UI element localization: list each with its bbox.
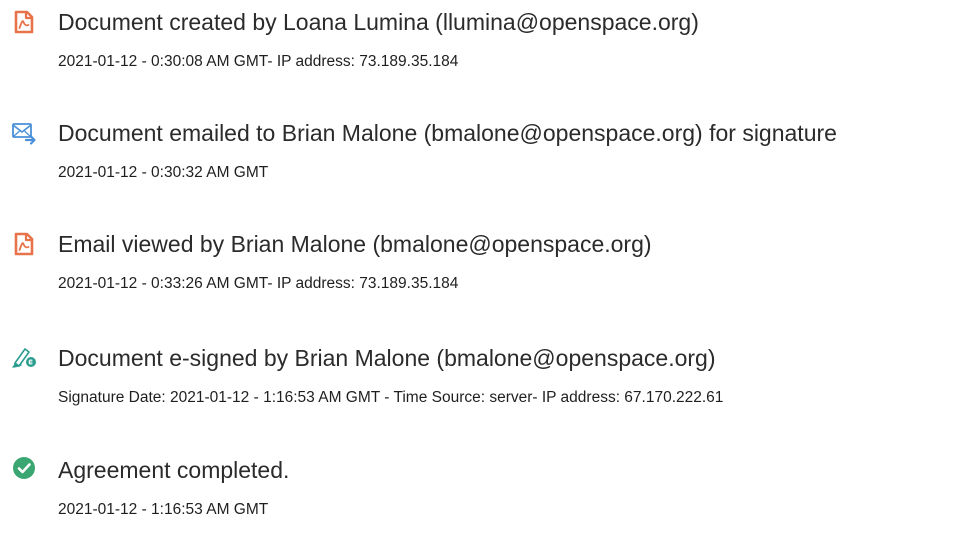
event-title: Agreement completed. xyxy=(58,457,290,483)
event-detail: 2021-01-12 - 0:30:08 AM GMT- IP address:… xyxy=(58,53,459,70)
event-detail: 2021-01-12 - 0:33:26 AM GMT- IP address:… xyxy=(58,275,459,292)
event-detail: Signature Date: 2021-01-12 - 1:16:53 AM … xyxy=(58,389,724,406)
event-title: Document emailed to Brian Malone (bmalon… xyxy=(58,120,837,146)
event-title: Document e-signed by Brian Malone (bmalo… xyxy=(58,345,716,371)
event-detail: 2021-01-12 - 1:16:53 AM GMT xyxy=(58,501,269,518)
document-viewed-icon xyxy=(11,231,37,257)
event-title: Document created by Loana Lumina (llumin… xyxy=(58,9,699,35)
e-sign-pen-icon xyxy=(11,343,37,369)
check-circle-icon xyxy=(11,455,37,481)
event-title: Email viewed by Brian Malone (bmalone@op… xyxy=(58,231,652,257)
document-created-icon xyxy=(11,9,37,35)
event-detail: 2021-01-12 - 0:30:32 AM GMT xyxy=(58,164,269,181)
email-sent-icon xyxy=(11,120,37,146)
